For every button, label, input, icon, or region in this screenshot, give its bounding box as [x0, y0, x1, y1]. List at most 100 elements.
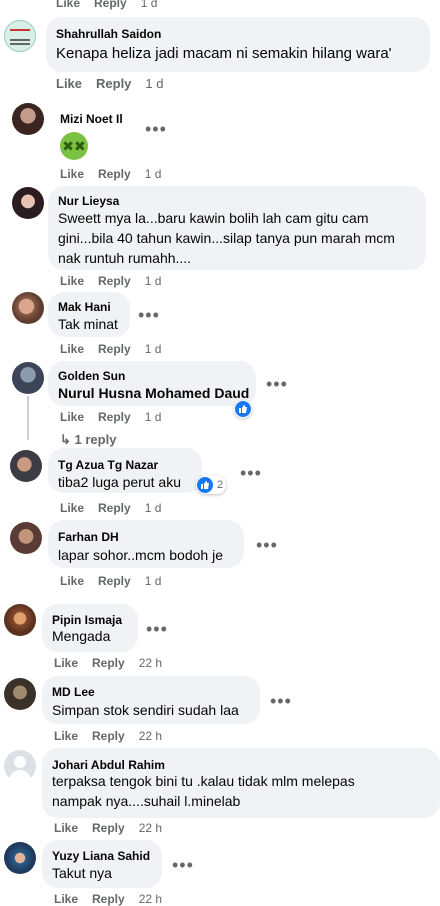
view-replies-link[interactable]: ↳ 1 reply	[60, 432, 116, 448]
comment-text: Tak minat	[58, 316, 118, 332]
like-link[interactable]: Like	[54, 729, 78, 743]
comment-text: Kenapa heliza jadi macam ni semakin hila…	[56, 45, 392, 62]
timestamp: 1 d	[144, 342, 162, 356]
comment-author[interactable]: Nur Lieysa	[58, 194, 119, 208]
avatar[interactable]	[4, 604, 36, 636]
comment-author[interactable]: Yuzy Liana Sahid	[52, 849, 150, 863]
comment-text: Mengada	[52, 628, 111, 644]
like-link[interactable]: Like	[56, 0, 80, 10]
like-link[interactable]: Like	[60, 410, 84, 424]
comment-bubble: Golden Sun Nurul Husna Mohamed Daud	[48, 361, 256, 406]
comment-text-line: nampak nya....suhail l.minelab	[52, 793, 241, 809]
comment-text-line: terpaksa tengok bini tu .kalau tidak mlm…	[52, 773, 355, 789]
comment-actions: Like Reply 1 d	[60, 274, 175, 288]
comment-bubble: Nur Lieysa Sweett mya la...baru kawin bo…	[48, 186, 426, 270]
comment-author[interactable]: Golden Sun	[58, 369, 125, 383]
comment-author[interactable]: Shahrullah Saidon	[56, 27, 161, 41]
reply-link[interactable]: Reply	[92, 656, 125, 670]
reply-link[interactable]: Reply	[92, 729, 125, 743]
comment-text: terpaksa tengok bini tu .kalau tidak mlm…	[52, 771, 355, 811]
reply-link[interactable]: Reply	[98, 574, 131, 588]
reaction-badge[interactable]: 2	[196, 476, 227, 494]
comment-bubble: Pipin Ismaja Mengada	[42, 604, 138, 652]
more-options-icon[interactable]: •••	[138, 306, 160, 324]
more-options-icon[interactable]: •••	[146, 620, 168, 638]
comment-author[interactable]: Tg Azua Tg Nazar	[58, 458, 158, 472]
comment-author[interactable]: Pipin Ismaja	[52, 613, 122, 627]
avatar[interactable]	[10, 522, 42, 554]
thread-line	[27, 396, 29, 440]
comment-text: Simpan stok sendiri sudah laa	[52, 702, 239, 718]
comment-actions: Like Reply 22 h	[54, 892, 176, 906]
avatar[interactable]	[12, 292, 44, 324]
comment-text-line: gini...bila 40 tahun kawin...silap tanya…	[58, 230, 395, 246]
more-options-icon[interactable]: •••	[240, 464, 262, 482]
more-options-icon[interactable]: •••	[266, 375, 288, 393]
comment-bubble: MD Lee Simpan stok sendiri sudah laa	[42, 676, 260, 724]
more-options-icon[interactable]: •••	[172, 856, 194, 874]
reply-arrow-icon: ↳	[60, 432, 75, 447]
like-link[interactable]: Like	[60, 342, 84, 356]
more-options-icon[interactable]: •••	[145, 120, 167, 138]
reply-link[interactable]: Reply	[98, 274, 131, 288]
comment-actions: Like Reply 22 h	[54, 821, 176, 835]
like-link[interactable]: Like	[60, 274, 84, 288]
avatar[interactable]	[4, 842, 36, 874]
comment-author[interactable]: MD Lee	[52, 685, 95, 699]
comment-text: Takut nya	[52, 865, 112, 881]
like-link[interactable]: Like	[60, 501, 84, 515]
more-options-icon[interactable]: •••	[256, 536, 278, 554]
comment-bubble: Mak Hani Tak minat	[48, 292, 130, 337]
comment-author[interactable]: Johari Abdul Rahim	[52, 758, 165, 772]
reply-link[interactable]: Reply	[96, 76, 131, 91]
timestamp: 1 d	[144, 274, 162, 288]
comment-text-line: Sweett mya la...baru kawin bolih lah cam…	[58, 210, 369, 226]
avatar[interactable]	[4, 678, 36, 710]
reaction-badge[interactable]	[234, 400, 252, 418]
comment-text: Sweett mya la...baru kawin bolih lah cam…	[58, 208, 395, 268]
timestamp: 22 h	[138, 729, 163, 743]
timestamp: 22 h	[138, 821, 163, 835]
like-link[interactable]: Like	[54, 821, 78, 835]
timestamp: 1 d	[145, 76, 164, 91]
reply-link[interactable]: Reply	[92, 821, 125, 835]
reply-link[interactable]: Reply	[98, 410, 131, 424]
comment-actions: Like Reply 1 d	[60, 167, 175, 181]
comment-bubble: Johari Abdul Rahim terpaksa tengok bini …	[42, 748, 440, 818]
comment-bubble: Yuzy Liana Sahid Takut nya	[42, 840, 162, 888]
comment-actions: Like Reply 1 d	[60, 410, 175, 424]
avatar[interactable]	[4, 20, 36, 52]
timestamp: 22 h	[138, 656, 163, 670]
reply-link[interactable]: Reply	[98, 167, 131, 181]
avatar[interactable]	[12, 187, 44, 219]
avatar[interactable]	[12, 103, 44, 135]
more-options-icon[interactable]: •••	[270, 692, 292, 710]
reply-link[interactable]: Reply	[98, 342, 131, 356]
reply-link[interactable]: Reply	[94, 0, 127, 10]
timestamp: 1 d	[140, 0, 158, 10]
comment-actions: Like Reply 1 d	[56, 76, 178, 91]
avatar[interactable]	[12, 362, 44, 394]
comment-text: lapar sohor..mcm bodoh je	[58, 547, 223, 563]
comment-author[interactable]: Farhan DH	[58, 530, 119, 544]
like-link[interactable]: Like	[54, 892, 78, 906]
like-link[interactable]: Like	[56, 76, 82, 91]
comment-bubble: Farhan DH lapar sohor..mcm bodoh je	[48, 520, 244, 568]
like-link[interactable]: Like	[54, 656, 78, 670]
comment-actions: Like Reply 22 h	[54, 729, 176, 743]
like-link[interactable]: Like	[60, 167, 84, 181]
replies-count: 1 reply	[74, 432, 117, 447]
comment-actions: Like Reply 1 d	[60, 342, 175, 356]
comment-text-line: nak runtuh rumahh....	[58, 250, 192, 266]
comment-actions: Like Reply 22 h	[54, 656, 176, 670]
comment-author[interactable]: Mak Hani	[58, 300, 111, 314]
reply-link[interactable]: Reply	[98, 501, 131, 515]
timestamp: 22 h	[138, 892, 163, 906]
avatar[interactable]	[10, 450, 42, 482]
comment-text: tiba2 luga perut aku	[58, 474, 181, 490]
comment-bubble: Shahrullah Saidon Kenapa heliza jadi mac…	[46, 17, 430, 72]
comment-author[interactable]: Mizi Noet Il	[60, 112, 123, 126]
reply-link[interactable]: Reply	[92, 892, 125, 906]
like-link[interactable]: Like	[60, 574, 84, 588]
avatar[interactable]	[4, 750, 36, 782]
